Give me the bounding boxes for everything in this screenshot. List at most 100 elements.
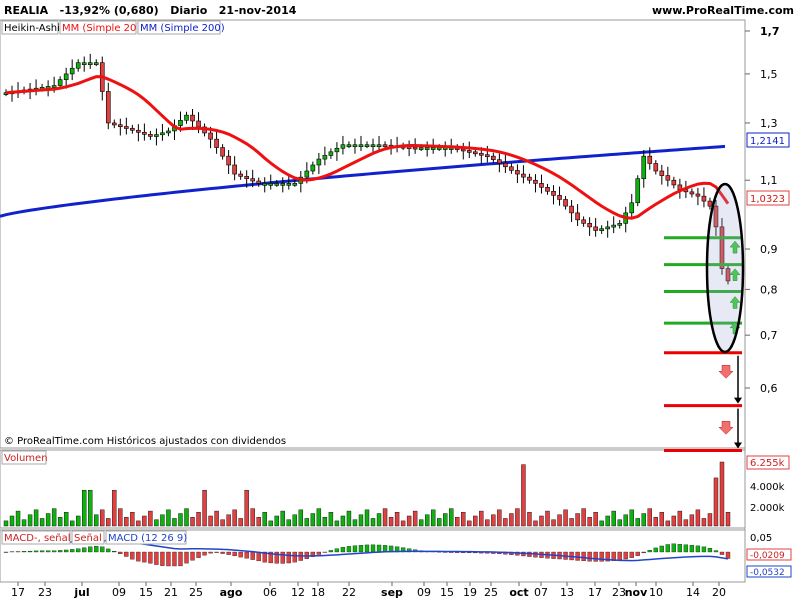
x-tick-label: 23 xyxy=(38,586,52,599)
volume-bar xyxy=(455,517,460,527)
volume-bar xyxy=(539,515,544,527)
candle-body xyxy=(244,176,249,179)
volume-bar xyxy=(461,512,466,527)
volume-bar xyxy=(172,518,177,527)
volume-bar xyxy=(316,508,322,527)
macd-bar xyxy=(719,551,725,555)
candle-body xyxy=(611,224,616,228)
volume-bar xyxy=(124,517,129,527)
volume-bar xyxy=(280,510,285,527)
macd-bar xyxy=(280,551,285,564)
macd-label-1: MACD-, señal xyxy=(4,533,71,544)
volume-bar xyxy=(473,515,478,527)
macd-bar xyxy=(340,547,346,553)
volume-bar xyxy=(437,518,442,527)
candle-body xyxy=(178,120,183,126)
candle-body xyxy=(93,62,99,65)
volume-bar xyxy=(226,514,231,527)
macd-bar xyxy=(226,551,231,555)
macd-bar xyxy=(581,551,586,562)
macd-bar xyxy=(665,544,670,553)
candle-body xyxy=(166,130,171,134)
candle-body xyxy=(569,205,574,214)
volume-bar xyxy=(15,510,21,527)
macd-bar xyxy=(653,547,658,553)
volume-bar xyxy=(106,518,111,527)
x-tick-label: 14 xyxy=(686,586,700,599)
y-tick-label: 0,6 xyxy=(760,382,778,395)
candle-body xyxy=(304,170,310,178)
volume-bar xyxy=(551,519,556,527)
volume-bar xyxy=(202,489,207,527)
volume-bar xyxy=(647,508,652,527)
macd-bar xyxy=(184,551,189,564)
volume-bar xyxy=(286,519,291,527)
volume-bar xyxy=(75,515,81,527)
candle-body xyxy=(81,62,87,65)
y-tick-label: 1,3 xyxy=(760,117,778,130)
candle-body xyxy=(352,144,358,148)
volume-bar xyxy=(45,513,51,527)
volume-bar xyxy=(467,520,472,527)
x-tick-label: 25 xyxy=(484,586,498,599)
candle-body xyxy=(142,132,147,135)
macd-bar xyxy=(587,551,592,562)
candle-body xyxy=(268,183,274,186)
candle-body xyxy=(617,223,623,226)
volume-bar xyxy=(21,519,27,527)
volume-bar xyxy=(388,517,394,527)
macd-bar xyxy=(647,550,652,553)
candle-body xyxy=(509,166,514,171)
volume-bar xyxy=(701,518,707,527)
candle-body xyxy=(659,170,665,176)
candle-body xyxy=(412,146,418,150)
macd-bar xyxy=(208,551,213,554)
volume-bar xyxy=(310,513,316,527)
volume-bar xyxy=(274,515,279,527)
candle-body xyxy=(370,144,376,148)
macd-bar xyxy=(148,551,153,564)
volume-bar xyxy=(304,518,310,527)
macd-bar xyxy=(641,551,646,554)
macd-bar xyxy=(689,545,695,553)
candle-body xyxy=(340,144,346,149)
volume-bar xyxy=(418,519,424,527)
candle-body xyxy=(364,144,370,148)
macd-bar xyxy=(166,551,171,567)
candle-body xyxy=(695,193,701,197)
candle-body xyxy=(358,144,364,148)
candle-body xyxy=(286,183,292,186)
candle-body xyxy=(665,175,671,181)
volume-bar xyxy=(611,510,616,527)
candle-body xyxy=(63,73,69,80)
x-tick-label: oct xyxy=(509,586,528,599)
x-tick-label: 09 xyxy=(417,586,431,599)
macd-bar xyxy=(106,548,111,553)
volume-bar xyxy=(485,519,490,527)
volume-bar xyxy=(208,515,213,527)
candle-body xyxy=(641,155,647,179)
volume-bar xyxy=(430,509,436,527)
x-tick-label: 22 xyxy=(342,586,356,599)
volume-bar xyxy=(184,508,189,527)
macd-tick-005: 0,05 xyxy=(750,533,772,544)
candle-body xyxy=(214,138,219,148)
volume-bar xyxy=(82,489,87,527)
candle-body xyxy=(418,147,424,150)
candle-body xyxy=(184,114,189,121)
macd-bar xyxy=(292,551,297,563)
candle-body xyxy=(563,199,568,207)
macd-bar xyxy=(3,551,9,553)
candle-body xyxy=(310,164,316,172)
volume-bar xyxy=(364,509,370,527)
macd-bar xyxy=(51,550,57,553)
volume-bar xyxy=(376,513,382,527)
volume-bar xyxy=(220,519,225,527)
macd-bar xyxy=(76,548,81,553)
candle-body xyxy=(587,223,592,228)
macd-bar xyxy=(316,551,322,555)
volume-bar xyxy=(256,517,261,527)
x-tick-label: 25 xyxy=(189,586,203,599)
candle-body xyxy=(196,120,201,128)
candle-body xyxy=(539,183,544,188)
